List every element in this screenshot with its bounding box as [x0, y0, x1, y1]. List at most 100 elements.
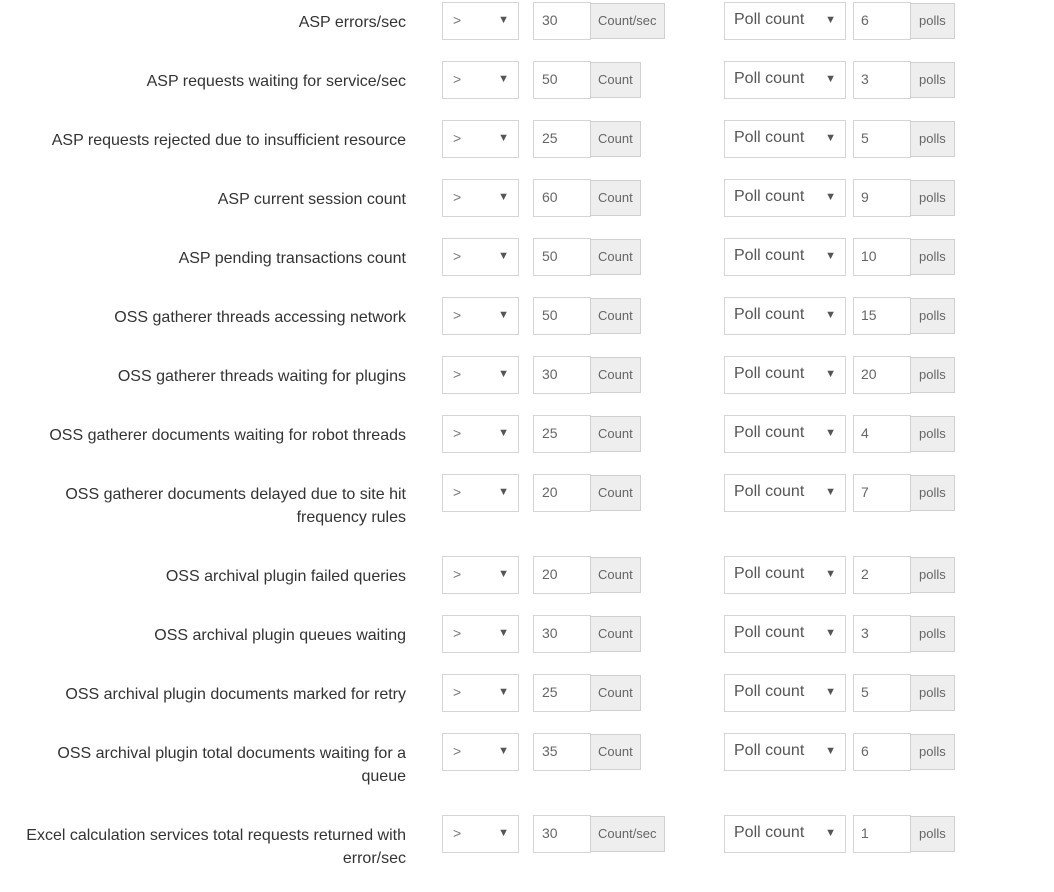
- operator-select[interactable]: > ▼: [442, 674, 519, 712]
- polls-addon: polls: [910, 475, 955, 511]
- operator-select[interactable]: > ▼: [442, 2, 519, 40]
- polls-input[interactable]: 5: [853, 674, 911, 712]
- operator-select[interactable]: > ▼: [442, 356, 519, 394]
- polls-input[interactable]: 5: [853, 120, 911, 158]
- operator-select[interactable]: > ▼: [442, 415, 519, 453]
- metric-label: ASP errors/sec: [298, 14, 406, 31]
- poll-type-select[interactable]: Poll count ▼: [724, 61, 846, 99]
- poll-type-select[interactable]: Poll count ▼: [724, 238, 846, 276]
- metric-label: Excel calculation services total request…: [26, 827, 406, 867]
- threshold-row: ASP requests rejected due to insufficien…: [0, 120, 1054, 160]
- poll-type-select[interactable]: Poll count ▼: [724, 356, 846, 394]
- poll-type-select[interactable]: Poll count ▼: [724, 415, 846, 453]
- poll-type-select[interactable]: Poll count ▼: [724, 2, 846, 40]
- unit-addon: Count: [590, 180, 641, 216]
- polls-input[interactable]: 3: [853, 615, 911, 653]
- caret-down-icon: ▼: [825, 73, 836, 85]
- threshold-value-input[interactable]: 30: [533, 815, 591, 853]
- poll-type-select[interactable]: Poll count ▼: [724, 733, 846, 771]
- unit-addon: Count: [590, 557, 641, 593]
- operator-select[interactable]: > ▼: [442, 238, 519, 276]
- threshold-value-input[interactable]: 25: [533, 120, 591, 158]
- operator-select[interactable]: > ▼: [442, 179, 519, 217]
- caret-down-icon: ▼: [825, 568, 836, 580]
- polls-input[interactable]: 10: [853, 238, 911, 276]
- operator-select[interactable]: > ▼: [442, 297, 519, 335]
- polls-addon: polls: [910, 357, 955, 393]
- caret-down-icon: ▼: [825, 745, 836, 757]
- threshold-value-input[interactable]: 30: [533, 615, 591, 653]
- threshold-value-input[interactable]: 60: [533, 179, 591, 217]
- poll-type-select[interactable]: Poll count ▼: [724, 120, 846, 158]
- threshold-row: OSS archival plugin total documents wait…: [0, 733, 1054, 785]
- metric-label: ASP pending transactions count: [178, 250, 406, 267]
- threshold-value-input[interactable]: 50: [533, 297, 591, 335]
- unit-addon: Count: [590, 675, 641, 711]
- threshold-value-input[interactable]: 30: [533, 2, 591, 40]
- polls-input[interactable]: 9: [853, 179, 911, 217]
- polls-input[interactable]: 1: [853, 815, 911, 853]
- unit-addon: Count/sec: [590, 3, 665, 39]
- polls-input[interactable]: 7: [853, 474, 911, 512]
- threshold-row: OSS gatherer threads accessing network >…: [0, 297, 1054, 337]
- threshold-value-input[interactable]: 25: [533, 415, 591, 453]
- unit-addon: Count: [590, 239, 641, 275]
- polls-input[interactable]: 20: [853, 356, 911, 394]
- polls-addon: polls: [910, 298, 955, 334]
- operator-select[interactable]: > ▼: [442, 615, 519, 653]
- threshold-value-input[interactable]: 50: [533, 61, 591, 99]
- threshold-value-input[interactable]: 20: [533, 556, 591, 594]
- metric-label: OSS gatherer documents waiting for robot…: [49, 427, 406, 444]
- polls-input[interactable]: 2: [853, 556, 911, 594]
- polls-addon: polls: [910, 121, 955, 157]
- operator-value: >: [453, 12, 462, 28]
- caret-down-icon: ▼: [498, 14, 509, 26]
- poll-type-select[interactable]: Poll count ▼: [724, 556, 846, 594]
- polls-addon: polls: [910, 62, 955, 98]
- metric-label: OSS archival plugin documents marked for…: [65, 686, 406, 703]
- operator-value: >: [453, 566, 462, 582]
- poll-type-value: Poll count: [734, 624, 805, 641]
- poll-type-value: Poll count: [734, 306, 805, 323]
- poll-type-select[interactable]: Poll count ▼: [724, 815, 846, 853]
- polls-input[interactable]: 6: [853, 2, 911, 40]
- operator-select[interactable]: > ▼: [442, 120, 519, 158]
- operator-select[interactable]: > ▼: [442, 61, 519, 99]
- threshold-row: ASP errors/sec > ▼ 30 Count/sec Poll cou…: [0, 2, 1054, 42]
- poll-type-value: Poll count: [734, 742, 805, 759]
- polls-addon: polls: [910, 239, 955, 275]
- operator-select[interactable]: > ▼: [442, 556, 519, 594]
- polls-input[interactable]: 6: [853, 733, 911, 771]
- polls-addon: polls: [910, 557, 955, 593]
- operator-value: >: [453, 307, 462, 323]
- threshold-value-input[interactable]: 50: [533, 238, 591, 276]
- polls-addon: polls: [910, 416, 955, 452]
- threshold-value-input[interactable]: 35: [533, 733, 591, 771]
- poll-type-select[interactable]: Poll count ▼: [724, 179, 846, 217]
- poll-type-select[interactable]: Poll count ▼: [724, 615, 846, 653]
- metric-label: ASP current session count: [217, 191, 406, 208]
- poll-type-select[interactable]: Poll count ▼: [724, 674, 846, 712]
- polls-input[interactable]: 3: [853, 61, 911, 99]
- threshold-value-input[interactable]: 25: [533, 674, 591, 712]
- operator-select[interactable]: > ▼: [442, 815, 519, 853]
- metric-label: OSS gatherer threads waiting for plugins: [117, 368, 406, 385]
- polls-addon: polls: [910, 675, 955, 711]
- operator-select[interactable]: > ▼: [442, 733, 519, 771]
- metric-label: OSS archival plugin queues waiting: [154, 627, 406, 644]
- polls-input[interactable]: 4: [853, 415, 911, 453]
- threshold-row: OSS archival plugin queues waiting > ▼ 3…: [0, 615, 1054, 655]
- operator-select[interactable]: > ▼: [442, 474, 519, 512]
- metric-label: ASP requests rejected due to insufficien…: [51, 132, 406, 149]
- polls-input[interactable]: 15: [853, 297, 911, 335]
- caret-down-icon: ▼: [825, 427, 836, 439]
- poll-type-value: Poll count: [734, 683, 805, 700]
- caret-down-icon: ▼: [498, 427, 509, 439]
- poll-type-value: Poll count: [734, 824, 805, 841]
- threshold-value-input[interactable]: 20: [533, 474, 591, 512]
- caret-down-icon: ▼: [825, 14, 836, 26]
- poll-type-select[interactable]: Poll count ▼: [724, 474, 846, 512]
- poll-type-select[interactable]: Poll count ▼: [724, 297, 846, 335]
- caret-down-icon: ▼: [825, 486, 836, 498]
- threshold-value-input[interactable]: 30: [533, 356, 591, 394]
